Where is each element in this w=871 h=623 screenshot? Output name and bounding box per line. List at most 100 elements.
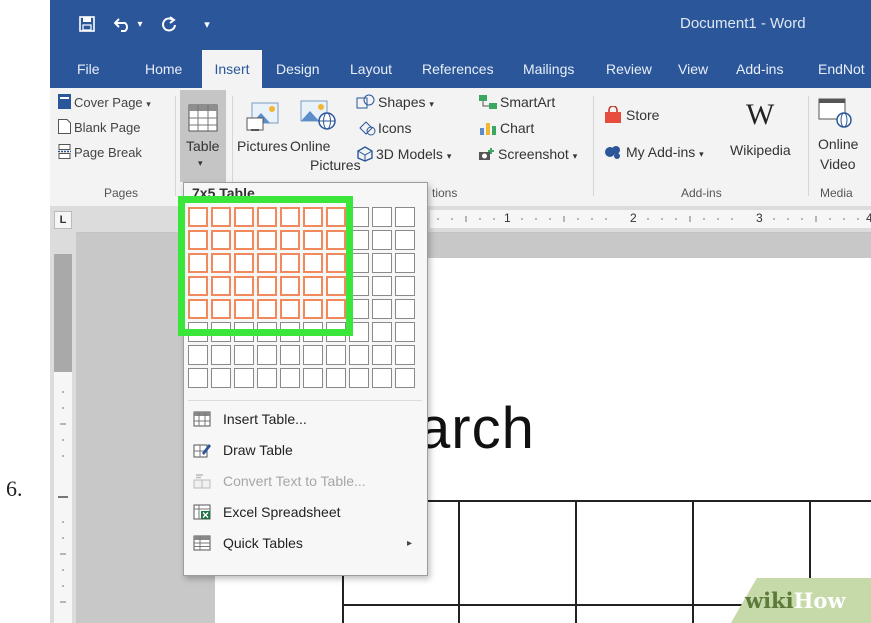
table-grid-cell-selected[interactable]	[280, 276, 300, 296]
table-grid-cell[interactable]	[372, 322, 392, 342]
table-grid-cell[interactable]	[211, 345, 231, 365]
table-grid-cell[interactable]	[234, 345, 254, 365]
table-grid-cell[interactable]	[257, 368, 277, 388]
chart-button[interactable]: Chart	[478, 120, 534, 136]
table-grid-cell-selected[interactable]	[303, 299, 323, 319]
table-grid-cell[interactable]	[395, 207, 415, 227]
table-grid-cell[interactable]	[303, 345, 323, 365]
table-grid-cell-selected[interactable]	[188, 299, 208, 319]
save-icon[interactable]	[76, 13, 98, 35]
table-grid-cell[interactable]	[326, 322, 346, 342]
screenshot-button[interactable]: Screenshot ▾	[478, 146, 577, 162]
table-grid-cell-selected[interactable]	[257, 230, 277, 250]
customize-icon[interactable]: ▾	[200, 13, 214, 35]
table-grid-cell[interactable]	[372, 230, 392, 250]
table-grid-cell[interactable]	[188, 345, 208, 365]
cover-page-button[interactable]: Cover Page ▾	[58, 94, 151, 110]
table-grid-cell[interactable]	[349, 276, 369, 296]
table-grid-cell[interactable]	[349, 368, 369, 388]
store-button[interactable]: Store	[604, 105, 659, 124]
table-grid-cell-selected[interactable]	[326, 299, 346, 319]
table-grid-cell-selected[interactable]	[234, 276, 254, 296]
convert-text-to-table-menu-item[interactable]: Convert Text to Table...	[185, 466, 426, 496]
online-video-button[interactable]: Online Video	[812, 94, 868, 180]
tab-mailings[interactable]: Mailings	[523, 50, 574, 88]
table-grid-cell-selected[interactable]	[280, 253, 300, 273]
table-grid-cell[interactable]	[280, 345, 300, 365]
table-grid-cell[interactable]	[395, 253, 415, 273]
tab-view[interactable]: View	[678, 50, 708, 88]
pictures-button[interactable]: Pictures	[236, 94, 290, 174]
undo-dropdown-icon[interactable]: ▾	[135, 13, 145, 35]
table-grid-cell[interactable]	[326, 368, 346, 388]
table-button[interactable]: Table ▾	[180, 90, 226, 182]
table-grid-cell[interactable]	[395, 230, 415, 250]
table-grid-cell-selected[interactable]	[257, 207, 277, 227]
table-grid-cell[interactable]	[257, 322, 277, 342]
vertical-ruler[interactable]	[50, 232, 76, 623]
table-grid-cell[interactable]	[349, 299, 369, 319]
table-grid-cell-selected[interactable]	[257, 253, 277, 273]
undo-icon[interactable]	[112, 13, 134, 35]
horizontal-ruler[interactable]: L 1 2 3 4	[50, 206, 871, 233]
table-grid-cell[interactable]	[349, 322, 369, 342]
table-grid-cell[interactable]	[395, 368, 415, 388]
table-grid-cell[interactable]	[395, 345, 415, 365]
table-grid-cell[interactable]	[257, 345, 277, 365]
table-grid-cell-selected[interactable]	[303, 207, 323, 227]
table-grid[interactable]	[184, 183, 427, 398]
table-grid-cell[interactable]	[372, 345, 392, 365]
excel-spreadsheet-menu-item[interactable]: Excel Spreadsheet	[185, 497, 426, 527]
table-grid-cell[interactable]	[372, 276, 392, 296]
tab-layout[interactable]: Layout	[350, 50, 392, 88]
table-grid-cell-selected[interactable]	[280, 207, 300, 227]
page-break-button[interactable]: Page Break	[58, 144, 142, 160]
table-grid-cell-selected[interactable]	[211, 253, 231, 273]
smartart-button[interactable]: SmartArt	[478, 94, 555, 110]
insert-table-menu-item[interactable]: Insert Table...	[185, 404, 426, 434]
table-grid-cell-selected[interactable]	[234, 253, 254, 273]
table-grid-cell[interactable]	[372, 368, 392, 388]
shapes-button[interactable]: Shapes ▾	[356, 94, 434, 110]
table-grid-cell-selected[interactable]	[257, 276, 277, 296]
table-grid-cell-selected[interactable]	[280, 230, 300, 250]
wikipedia-button[interactable]: W Wikipedia	[728, 96, 808, 166]
draw-table-menu-item[interactable]: Draw Table	[185, 435, 426, 465]
my-add-ins-button[interactable]: My Add-ins ▾	[604, 144, 704, 160]
table-grid-cell-selected[interactable]	[326, 207, 346, 227]
table-grid-cell[interactable]	[234, 368, 254, 388]
tab-file[interactable]: File	[77, 50, 100, 88]
table-grid-cell-selected[interactable]	[211, 230, 231, 250]
table-grid-cell[interactable]	[349, 230, 369, 250]
table-grid-cell-selected[interactable]	[303, 276, 323, 296]
table-grid-cell-selected[interactable]	[211, 207, 231, 227]
table-grid-cell-selected[interactable]	[234, 207, 254, 227]
table-grid-cell[interactable]	[188, 368, 208, 388]
table-grid-cell[interactable]	[280, 322, 300, 342]
blank-page-button[interactable]: Blank Page	[58, 119, 141, 135]
table-grid-cell[interactable]	[211, 322, 231, 342]
tab-design[interactable]: Design	[276, 50, 320, 88]
table-grid-cell[interactable]	[349, 207, 369, 227]
tab-endnote[interactable]: EndNot	[818, 50, 865, 88]
3d-models-button[interactable]: 3D Models ▾	[356, 146, 451, 162]
table-grid-cell[interactable]	[372, 299, 392, 319]
table-grid-cell-selected[interactable]	[303, 230, 323, 250]
table-grid-cell-selected[interactable]	[326, 253, 346, 273]
table-grid-cell[interactable]	[372, 253, 392, 273]
tab-home[interactable]: Home	[145, 50, 182, 88]
table-grid-cell-selected[interactable]	[234, 230, 254, 250]
icons-button[interactable]: Icons	[358, 120, 411, 136]
table-grid-cell-selected[interactable]	[188, 230, 208, 250]
table-grid-cell-selected[interactable]	[303, 253, 323, 273]
table-grid-cell[interactable]	[395, 322, 415, 342]
tab-review[interactable]: Review	[606, 50, 652, 88]
tab-references[interactable]: References	[422, 50, 494, 88]
table-grid-cell[interactable]	[395, 299, 415, 319]
table-grid-cell[interactable]	[234, 322, 254, 342]
table-grid-cell-selected[interactable]	[188, 207, 208, 227]
table-grid-cell-selected[interactable]	[326, 276, 346, 296]
tab-insert[interactable]: Insert	[202, 50, 262, 88]
table-grid-cell[interactable]	[188, 322, 208, 342]
table-grid-cell[interactable]	[211, 368, 231, 388]
